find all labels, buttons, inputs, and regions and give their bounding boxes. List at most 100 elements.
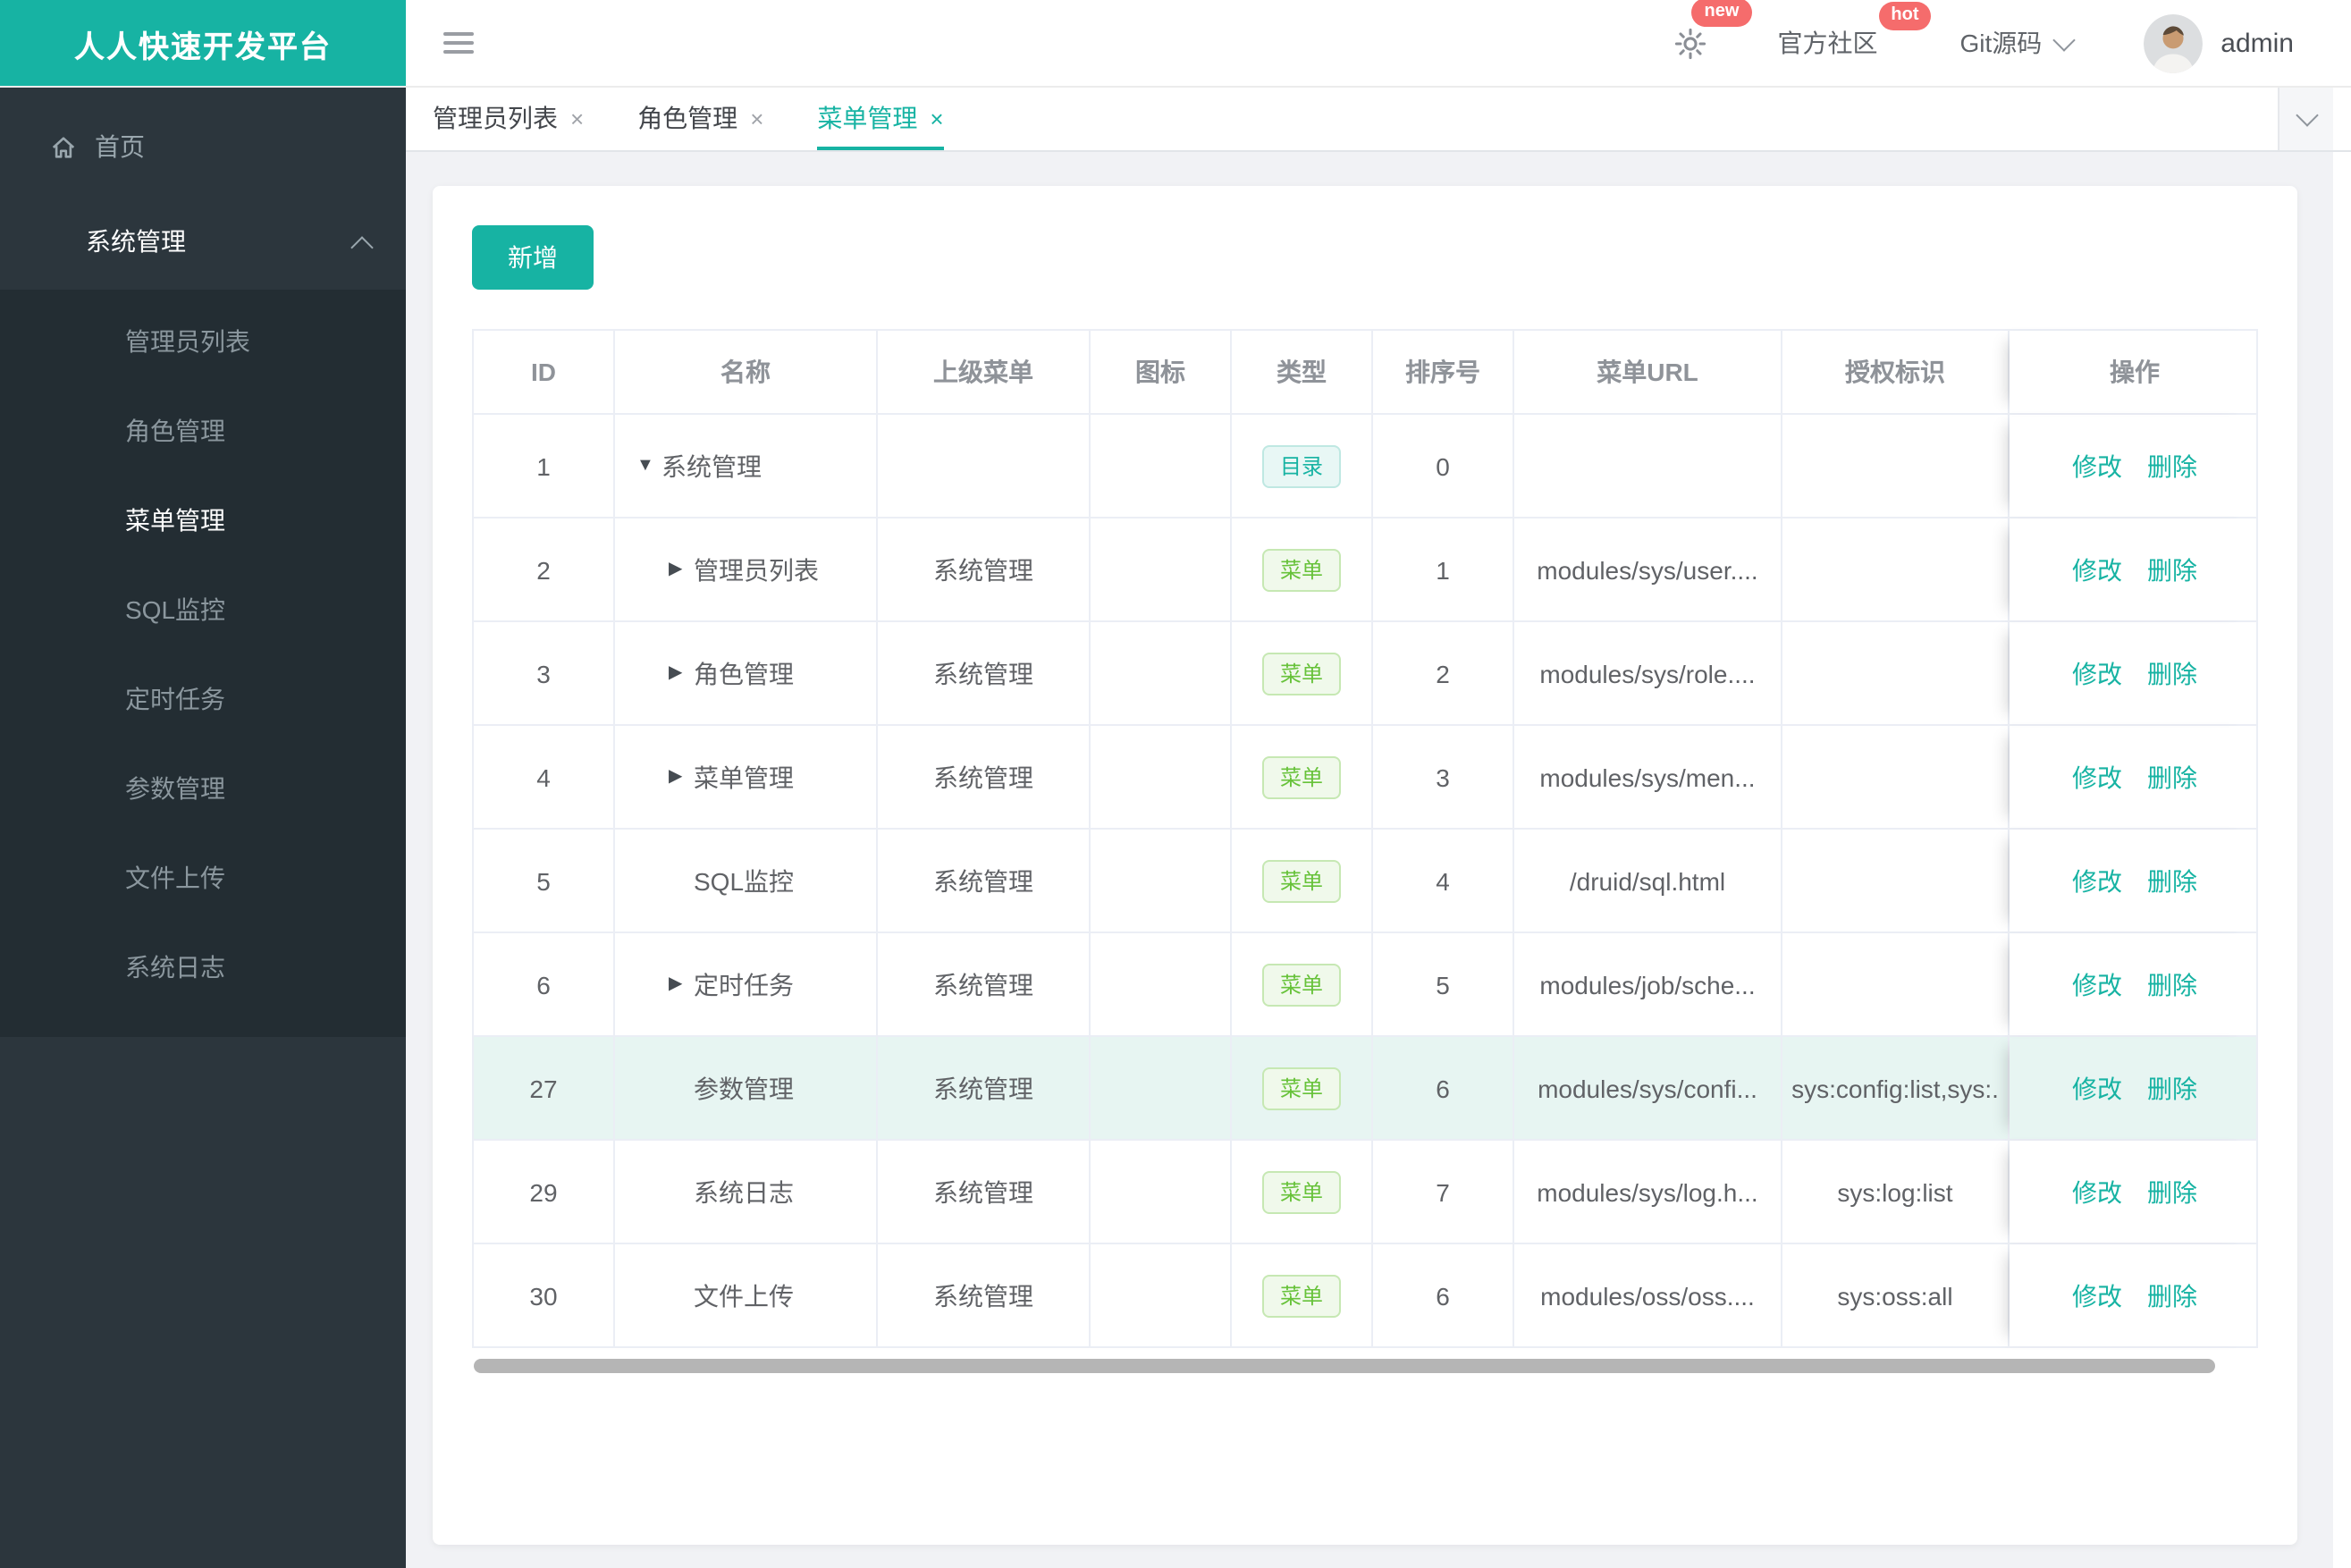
table-row-5: 5 SQL监控 系统管理 菜单 4/druid/sql.html 修改 删除 <box>474 830 2256 933</box>
cell-menu-url: modules/oss/oss.... <box>1514 1244 1782 1346</box>
type-badge: 菜单 <box>1261 1170 1341 1213</box>
tab-admin-list[interactable]: 管理员列表 × <box>433 86 584 150</box>
cell-parent-menu: 系统管理 <box>878 518 1091 620</box>
cell-permission <box>1782 415 2010 517</box>
new-badge: new <box>1691 0 1752 26</box>
type-badge: 菜单 <box>1261 859 1341 902</box>
cell-icon <box>1091 1037 1232 1139</box>
cell-actions: 修改 删除 <box>2010 933 2260 1035</box>
menu-name-label: SQL监控 <box>694 866 795 895</box>
cell-id: 29 <box>474 1141 615 1243</box>
cell-id: 5 <box>474 830 615 932</box>
tree-expand-icon[interactable]: ▼ <box>636 456 661 476</box>
delete-link[interactable]: 删除 <box>2147 966 2197 1002</box>
sidebar-item-file-upload[interactable]: 文件上传 <box>0 833 406 923</box>
delete-link[interactable]: 删除 <box>2147 448 2197 484</box>
cell-icon <box>1091 415 1232 517</box>
table-row-4: 4 ▶ 菜单管理 系统管理 菜单 3 modules/sys/men... 修改 删除 <box>474 726 2256 830</box>
home-icon <box>52 136 75 157</box>
top-header: 人人快速开发平台 new 官方社区 hot Git源码 admin <box>0 0 2351 88</box>
user-menu[interactable]: admin <box>2144 13 2294 72</box>
menu-name-label: 菜单管理 <box>694 763 794 791</box>
edit-link[interactable]: 修改 <box>2072 655 2122 691</box>
cell-type: 菜单 <box>1232 622 1373 724</box>
cell-menu-url <box>1514 415 1782 517</box>
settings-button[interactable]: new <box>1674 0 1752 60</box>
cell-icon <box>1091 1141 1232 1243</box>
edit-link[interactable]: 修改 <box>2072 966 2122 1002</box>
tab-role-mgmt[interactable]: 角色管理 × <box>637 86 763 150</box>
sidebar-item-admin-list[interactable]: 管理员列表 <box>0 297 406 386</box>
tabs-dropdown-button[interactable] <box>2278 86 2333 150</box>
cell-type: 菜单 <box>1232 1037 1373 1139</box>
cell-actions: 修改 删除 <box>2010 622 2260 724</box>
cell-menu-url: modules/sys/men... <box>1514 726 1782 828</box>
tree-expand-icon[interactable]: ▶ <box>669 974 694 994</box>
cell-id: 2 <box>474 518 615 620</box>
tab-menu-mgmt[interactable]: 菜单管理 × <box>817 86 944 150</box>
edit-link[interactable]: 修改 <box>2072 1277 2122 1313</box>
sidebar-toggle-icon[interactable] <box>443 32 474 54</box>
delete-link[interactable]: 删除 <box>2147 759 2197 795</box>
column-header-4: 类型 <box>1232 331 1373 413</box>
sidebar-item-home[interactable]: 首页 <box>0 100 406 193</box>
delete-link[interactable]: 删除 <box>2147 1070 2197 1106</box>
cell-order: 7 <box>1373 1141 1514 1243</box>
delete-link[interactable]: 删除 <box>2147 1174 2197 1210</box>
cell-type: 菜单 <box>1232 518 1373 620</box>
hscrollbar-thumb[interactable] <box>474 1359 2216 1373</box>
cell-permission <box>1782 518 2010 620</box>
menu-name-label: 文件上传 <box>694 1281 794 1310</box>
sidebar: 首页 系统管理 管理员列表 角色管理 菜单管理 SQL监控 定时任务 参数管理 文件上传 系统… <box>0 86 406 1568</box>
delete-link[interactable]: 删除 <box>2147 552 2197 587</box>
cell-parent-menu: 系统管理 <box>878 1244 1091 1346</box>
edit-link[interactable]: 修改 <box>2072 863 2122 898</box>
edit-link[interactable]: 修改 <box>2072 1070 2122 1106</box>
tab-close-icon[interactable]: × <box>570 105 584 131</box>
sidebar-item-param-mgmt[interactable]: 参数管理 <box>0 744 406 833</box>
cell-id: 1 <box>474 415 615 517</box>
table-row-27: 27 参数管理 系统管理 菜单 6 modules/sys/confi... sys:con… <box>474 1037 2256 1141</box>
cell-icon <box>1091 830 1232 932</box>
gear-icon <box>1675 27 1706 59</box>
top-right-menu: new 官方社区 hot Git源码 admin <box>1674 0 2294 72</box>
table-row-2: 2 ▶ 管理员列表 系统管理 菜单 1 modules/sys/user.... 修改 删除 <box>474 518 2256 622</box>
type-badge: 目录 <box>1261 444 1341 487</box>
delete-link[interactable]: 删除 <box>2147 655 2197 691</box>
tree-expand-icon[interactable]: ▶ <box>669 767 694 787</box>
hot-badge: hot <box>1878 2 1932 30</box>
menu-name-cell: ▼ 系统管理 <box>615 415 878 517</box>
cell-actions: 修改 删除 <box>2010 1244 2260 1346</box>
table-row-1: 1 ▼ 系统管理 目录 0 修改 删除 <box>474 415 2256 518</box>
cell-parent-menu: 系统管理 <box>878 933 1091 1035</box>
sidebar-group-system-mgmt[interactable]: 系统管理 <box>0 193 406 290</box>
edit-link[interactable]: 修改 <box>2072 759 2122 795</box>
sidebar-item-sql-monitor[interactable]: SQL监控 <box>0 565 406 654</box>
tree-expand-icon[interactable]: ▶ <box>669 663 694 683</box>
column-header-8: 操作 <box>2010 331 2260 413</box>
add-button[interactable]: 新增 <box>472 225 594 290</box>
avatar[interactable] <box>2144 13 2204 72</box>
cell-menu-url: /druid/sql.html <box>1514 830 1782 932</box>
edit-link[interactable]: 修改 <box>2072 448 2122 484</box>
tree-expand-icon[interactable]: ▶ <box>669 560 694 579</box>
tab-label: 角色管理 <box>637 104 738 132</box>
edit-link[interactable]: 修改 <box>2072 1174 2122 1210</box>
git-source-menu[interactable]: Git源码 <box>1960 25 2077 61</box>
community-link[interactable]: 官方社区 hot <box>1778 2 1932 61</box>
sidebar-item-role-mgmt[interactable]: 角色管理 <box>0 386 406 476</box>
sidebar-item-menu-mgmt[interactable]: 菜单管理 <box>0 476 406 565</box>
tab-close-icon[interactable]: × <box>750 105 763 131</box>
delete-link[interactable]: 删除 <box>2147 1277 2197 1313</box>
delete-link[interactable]: 删除 <box>2147 863 2197 898</box>
cell-permission <box>1782 726 2010 828</box>
cell-id: 4 <box>474 726 615 828</box>
sidebar-item-scheduled-tasks[interactable]: 定时任务 <box>0 654 406 744</box>
tab-close-icon[interactable]: × <box>930 105 943 131</box>
cell-actions: 修改 删除 <box>2010 1141 2260 1243</box>
cell-order: 6 <box>1373 1244 1514 1346</box>
edit-link[interactable]: 修改 <box>2072 552 2122 587</box>
sidebar-item-system-log[interactable]: 系统日志 <box>0 923 406 1012</box>
menu-name-label: 定时任务 <box>694 970 794 999</box>
menu-name-cell: 参数管理 <box>615 1037 878 1139</box>
